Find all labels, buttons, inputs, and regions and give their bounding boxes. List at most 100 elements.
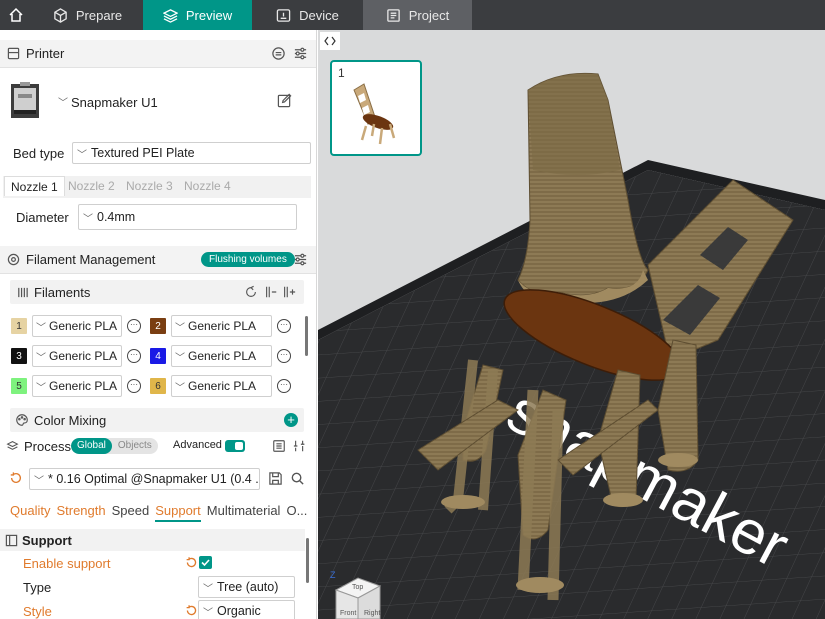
chevron-down-icon: ﹀ [203, 583, 213, 595]
flushing-volumes-button[interactable]: Flushing volumes [201, 252, 295, 267]
filament-more-icon[interactable]: ··· [127, 379, 141, 393]
support-icon [0, 534, 22, 547]
filament-more-icon[interactable]: ··· [127, 349, 141, 363]
tab-prepare[interactable]: Prepare [32, 0, 143, 30]
filament-color-4[interactable]: 4 [150, 348, 166, 364]
process-section-header: Process Global Objects Advanced [0, 432, 316, 460]
diameter-select[interactable]: ﹀ 0.4mm [78, 204, 297, 230]
tab-others[interactable]: O... [286, 503, 307, 522]
support-group-header: Support [0, 529, 305, 551]
tab-nozzle-4[interactable]: Nozzle 4 [178, 176, 237, 196]
chevron-down-icon: ﹀ [36, 322, 46, 334]
filament-num-4: 4 [155, 350, 161, 362]
filament-name-2: Generic PLA [188, 319, 257, 333]
bed-type-select[interactable]: ﹀ Textured PEI Plate [72, 142, 311, 164]
device-icon [276, 8, 291, 22]
filament-settings-icon[interactable] [293, 252, 308, 267]
filament-color-3[interactable]: 3 [11, 348, 27, 364]
chevron-down-icon: ﹀ [175, 352, 185, 364]
filament-select-4[interactable]: ﹀ Generic PLA [171, 345, 272, 367]
chevron-down-icon: ﹀ [203, 607, 213, 619]
tab-preview[interactable]: Preview [143, 0, 252, 30]
support-type-label: Type [23, 580, 52, 595]
sync-filament-icon[interactable] [244, 285, 258, 299]
enable-support-label: Enable support [23, 556, 111, 571]
process-scope-switch[interactable]: Global Objects [71, 438, 158, 454]
support-style-select[interactable]: ﹀ Organic [198, 600, 295, 619]
reset-icon[interactable] [185, 604, 198, 617]
filament-more-icon[interactable]: ··· [277, 319, 291, 333]
project-icon [386, 8, 400, 22]
filament-select-2[interactable]: ﹀ Generic PLA [171, 315, 272, 337]
tab-multimaterial[interactable]: Multimaterial [207, 503, 281, 522]
edit-icon[interactable] [277, 93, 292, 108]
filament-select-1[interactable]: ﹀ Generic PLA [32, 315, 122, 337]
tab-strength[interactable]: Strength [56, 503, 105, 522]
plate-thumbnail-card[interactable]: 1 [330, 60, 422, 156]
filament-more-icon[interactable]: ··· [127, 319, 141, 333]
remove-filament-icon[interactable] [264, 285, 278, 299]
save-icon[interactable] [268, 471, 283, 486]
tab-device-label: Device [299, 7, 339, 23]
home-button[interactable] [0, 0, 32, 30]
filament-color-2[interactable]: 2 [150, 318, 166, 334]
filament-color-1[interactable]: 1 [11, 318, 27, 334]
printer-sync-icon[interactable] [271, 46, 286, 61]
filament-more-icon[interactable]: ··· [277, 349, 291, 363]
search-icon[interactable] [290, 471, 305, 486]
layers-icon [162, 8, 178, 23]
process-list-icon[interactable] [272, 439, 286, 453]
enable-support-checkbox[interactable] [199, 556, 212, 569]
tab-nozzle-2[interactable]: Nozzle 2 [62, 176, 121, 196]
reset-icon[interactable] [9, 471, 23, 485]
reset-icon[interactable] [185, 556, 198, 569]
tab-speed[interactable]: Speed [112, 503, 150, 522]
printer-settings-icon[interactable] [293, 46, 308, 61]
advanced-toggle[interactable] [225, 440, 245, 452]
tab-device[interactable]: Device [252, 0, 363, 30]
filament-select-6[interactable]: ﹀ Generic PLA [171, 375, 272, 397]
printer-name[interactable]: Snapmaker U1 [71, 95, 158, 110]
objects-option[interactable]: Objects [112, 438, 158, 454]
process-compare-icon[interactable] [293, 439, 307, 453]
filament-select-3[interactable]: ﹀ Generic PLA [32, 345, 122, 367]
process-scrollbar[interactable] [306, 538, 309, 583]
filament-color-6[interactable]: 6 [150, 378, 166, 394]
tab-quality[interactable]: Quality [10, 503, 50, 522]
printer-chevron-icon[interactable]: ﹀ [58, 94, 68, 109]
chevron-down-icon: ﹀ [175, 322, 185, 334]
global-option[interactable]: Global [71, 438, 112, 454]
printer-thumbnail [8, 80, 42, 122]
chevron-down-icon: ﹀ [175, 382, 185, 394]
filament-icon [0, 253, 26, 266]
filament-color-5[interactable]: 5 [11, 378, 27, 394]
filament-name-4: Generic PLA [188, 349, 257, 363]
filament-more-icon[interactable]: ··· [277, 379, 291, 393]
add-filament-icon[interactable] [282, 285, 296, 299]
support-type-select[interactable]: ﹀ Tree (auto) [198, 576, 295, 598]
collapse-sidebar-button[interactable] [320, 32, 340, 50]
process-profile-select[interactable]: ﹀ * 0.16 Optimal @Snapmaker U1 (0.4 ... [29, 468, 260, 490]
tab-project[interactable]: Project [363, 0, 472, 30]
process-icon [0, 440, 24, 453]
support-style-label: Style [23, 604, 52, 619]
collapse-icon [324, 36, 336, 46]
add-icon[interactable]: + [284, 413, 298, 427]
spool-icon [10, 286, 34, 299]
filaments-title: Filaments [34, 284, 91, 300]
bed-type-label: Bed type [13, 146, 65, 161]
filament-select-5[interactable]: ﹀ Generic PLA [32, 375, 122, 397]
tab-support[interactable]: Support [155, 503, 201, 522]
printer-icon [0, 47, 26, 60]
tab-nozzle-1[interactable]: Nozzle 1 [4, 176, 65, 196]
axis-z-label: Z [330, 570, 336, 580]
printer-section-title: Printer [26, 46, 65, 61]
tab-nozzle-3[interactable]: Nozzle 3 [120, 176, 179, 196]
filament-scrollbar[interactable] [305, 316, 308, 356]
chevron-down-icon: ﹀ [36, 352, 46, 364]
3d-viewport[interactable]: snapmaker Top Front Right Z 1 [318, 30, 825, 619]
filament-name-3: Generic PLA [49, 349, 118, 363]
filament-num-2: 2 [155, 320, 161, 332]
color-mixing-row[interactable]: Color Mixing + [10, 408, 304, 432]
process-tabs: Quality Strength Speed Support Multimate… [10, 503, 313, 522]
